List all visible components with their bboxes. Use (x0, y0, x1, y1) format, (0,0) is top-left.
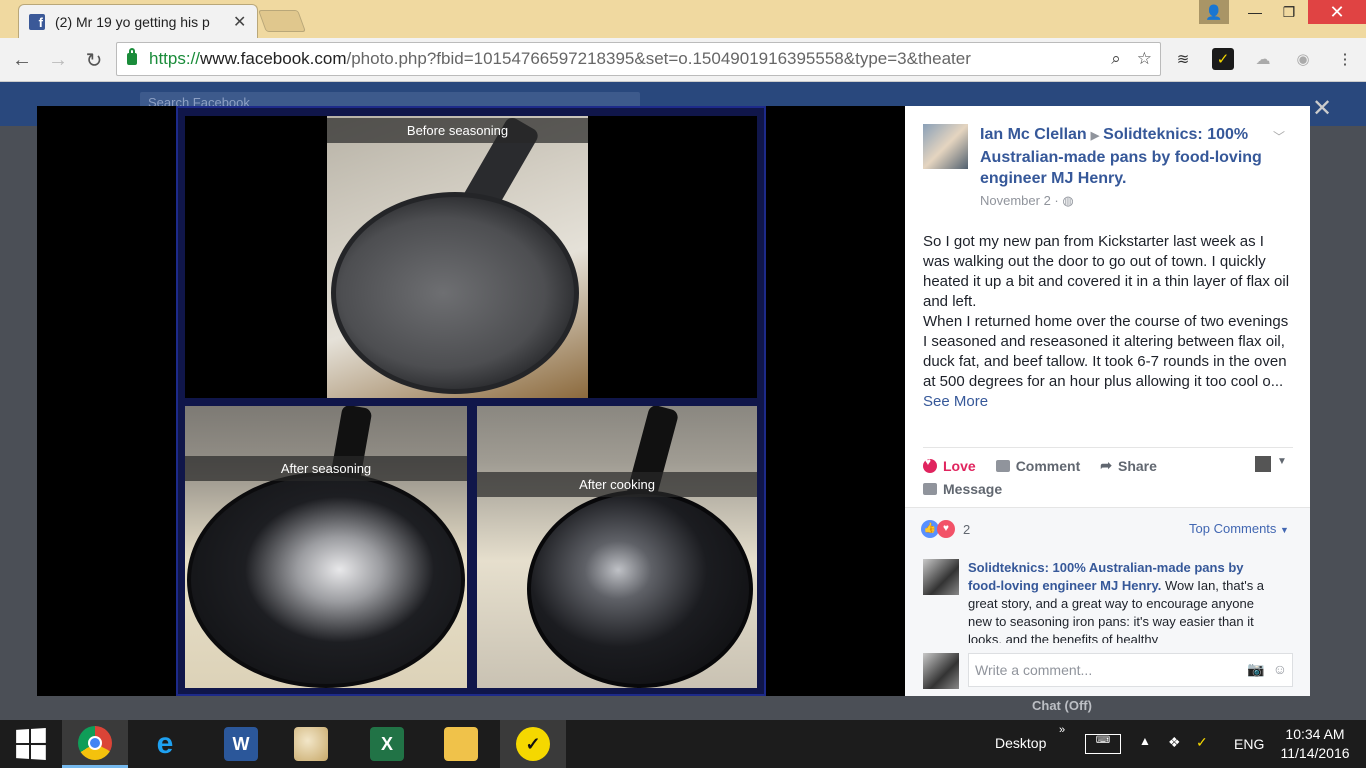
love-button[interactable]: Love (923, 457, 976, 474)
forward-icon[interactable]: → (44, 46, 72, 74)
lock-icon (127, 48, 137, 65)
share-icon: ➦ (1100, 457, 1112, 473)
dropbox-icon[interactable]: ❖ (1168, 734, 1181, 751)
heart-icon (923, 457, 937, 473)
action-bar: Love Comment ➦Share (923, 457, 1157, 474)
comments-area: Solidteknics: 100% Australian-made pans … (905, 547, 1310, 696)
post-sidebar: Ian Mc Clellan ▶ Solidteknics: 100% Austra… (905, 106, 1310, 696)
author-avatar[interactable] (923, 124, 968, 169)
maximize-button[interactable]: ❐ (1274, 0, 1304, 24)
facebook-favicon-icon: f (29, 13, 45, 30)
post-header: Ian Mc Clellan ▶ Solidteknics: 100% Austra… (980, 124, 1280, 189)
taskbar-file-explorer[interactable] (428, 720, 494, 768)
post-date[interactable]: November 2 · ◍ (980, 193, 1074, 209)
caption-after-seasoning: After seasoning (185, 456, 467, 481)
pan-image (527, 490, 753, 688)
minimize-button[interactable]: — (1240, 0, 1270, 24)
emoji-icon[interactable]: ☺ (1273, 661, 1287, 678)
search-icon[interactable]: ⌕ (1111, 49, 1121, 69)
pan-image (187, 472, 465, 688)
chat-status[interactable]: Chat (Off) (1032, 698, 1092, 713)
tab-close-icon[interactable]: ✕ (233, 12, 246, 32)
author-name-link[interactable]: Ian Mc Clellan (980, 126, 1087, 143)
paint-icon (294, 727, 328, 761)
back-icon[interactable]: ← (8, 46, 36, 74)
comment-item: Solidteknics: 100% Australian-made pans … (923, 559, 1283, 643)
reactions-bar: 👍 ♥ 2 Top Comments ▼ (905, 507, 1310, 547)
internet-explorer-icon: e (156, 727, 174, 760)
chrome-icon (78, 725, 112, 760)
comment-icon (995, 459, 1010, 472)
taskbar-chrome[interactable] (62, 720, 128, 768)
close-window-button[interactable]: ✕ (1308, 0, 1366, 24)
arrow-right-icon: ▶ (1090, 130, 1100, 142)
photo-before-seasoning: Before seasoning (327, 116, 588, 398)
word-icon: W (224, 727, 258, 761)
new-tab-button[interactable] (257, 10, 307, 32)
reload-icon[interactable]: ↻ (80, 46, 108, 74)
caret-down-icon: ▼ (1280, 525, 1289, 535)
chevron-down-icon[interactable]: ﹀ (1273, 128, 1285, 145)
commenter-avatar[interactable] (923, 559, 959, 595)
taskbar-internet-explorer[interactable]: e (132, 720, 198, 768)
menu-icon[interactable]: ⋮ (1334, 48, 1356, 70)
language-indicator[interactable]: ENG (1234, 736, 1264, 752)
desktop-toolbar-label[interactable]: Desktop (995, 735, 1046, 751)
browser-toolbar: ← → ↻ https://www.facebook.com/photo.php… (0, 38, 1366, 82)
folder-icon (444, 727, 478, 761)
comment-input[interactable]: Write a comment... (968, 653, 1293, 687)
message-button[interactable]: Message (923, 481, 1002, 497)
camera-icon[interactable]: 📷 (1247, 661, 1264, 678)
close-theater-icon[interactable]: ✕ (1312, 94, 1332, 123)
photo-after-cooking: After cooking (477, 406, 757, 688)
divider (923, 447, 1293, 448)
browser-tab[interactable]: f (2) Mr 19 yo getting his p ✕ (18, 4, 258, 38)
norton-tray-icon[interactable]: ✓ (1196, 734, 1208, 751)
message-icon (923, 483, 937, 495)
see-more-link[interactable]: See More (923, 393, 988, 410)
shield-extension-icon[interactable]: ◉ (1292, 48, 1314, 70)
browser-titlebar: f (2) Mr 19 yo getting his p ✕ 👤 — ❐ ✕ (0, 0, 1366, 38)
url-text: https://www.facebook.com/photo.php?fbid=… (149, 49, 971, 68)
layers-extension-icon[interactable]: ≋ (1172, 48, 1194, 70)
viewer-avatar[interactable] (1255, 456, 1271, 472)
post-body: So I got my new pan from Kickstarter las… (923, 233, 1290, 410)
comment-button[interactable]: Comment (995, 458, 1080, 474)
system-clock[interactable]: 10:34 AM 11/14/2016 (1270, 725, 1360, 763)
love-reaction-icon: ♥ (937, 520, 955, 538)
taskbar-excel[interactable]: X (354, 720, 420, 768)
windows-taskbar: e W X ✓ Desktop » ⌨ ▲ ❖ ✓ ENG 10:34 AM 1… (0, 720, 1366, 768)
bookmark-star-icon[interactable]: ☆ (1137, 49, 1152, 69)
chevron-icon[interactable]: » (1059, 724, 1065, 736)
excel-icon: X (370, 727, 404, 761)
address-bar[interactable]: https://www.facebook.com/photo.php?fbid=… (116, 42, 1161, 76)
norton-icon: ✓ (516, 727, 550, 761)
tab-title: (2) Mr 19 yo getting his p (55, 13, 210, 30)
keyboard-icon[interactable]: ⌨ (1085, 734, 1121, 754)
caption-after-cooking: After cooking (477, 472, 757, 497)
pan-image (331, 192, 579, 394)
caret-down-icon[interactable]: ▼ (1277, 456, 1287, 467)
photo-after-seasoning: After seasoning (185, 406, 467, 688)
reaction-count[interactable]: 2 (963, 522, 970, 537)
taskbar-norton[interactable]: ✓ (500, 720, 566, 768)
windows-logo-icon (16, 727, 46, 761)
write-comment-row: Write a comment... 📷 ☺ (923, 651, 1293, 689)
share-button[interactable]: ➦ Share (1100, 457, 1157, 474)
taskbar-word[interactable]: W (208, 720, 274, 768)
start-button[interactable] (0, 720, 60, 768)
show-hidden-icons-icon[interactable]: ▲ (1139, 734, 1151, 748)
norton-extension-icon[interactable]: ✓ (1212, 48, 1234, 70)
reaction-icons[interactable]: 👍 ♥ (921, 520, 955, 538)
comment-sort-dropdown[interactable]: Top Comments ▼ (1189, 521, 1289, 536)
globe-icon: ◍ (1062, 193, 1074, 208)
caption-before-seasoning: Before seasoning (327, 118, 588, 143)
drive-extension-icon[interactable]: ☁ (1252, 48, 1274, 70)
user-profile-icon[interactable]: 👤 (1199, 0, 1229, 24)
viewer-avatar (923, 653, 959, 689)
taskbar-paint[interactable] (278, 720, 344, 768)
